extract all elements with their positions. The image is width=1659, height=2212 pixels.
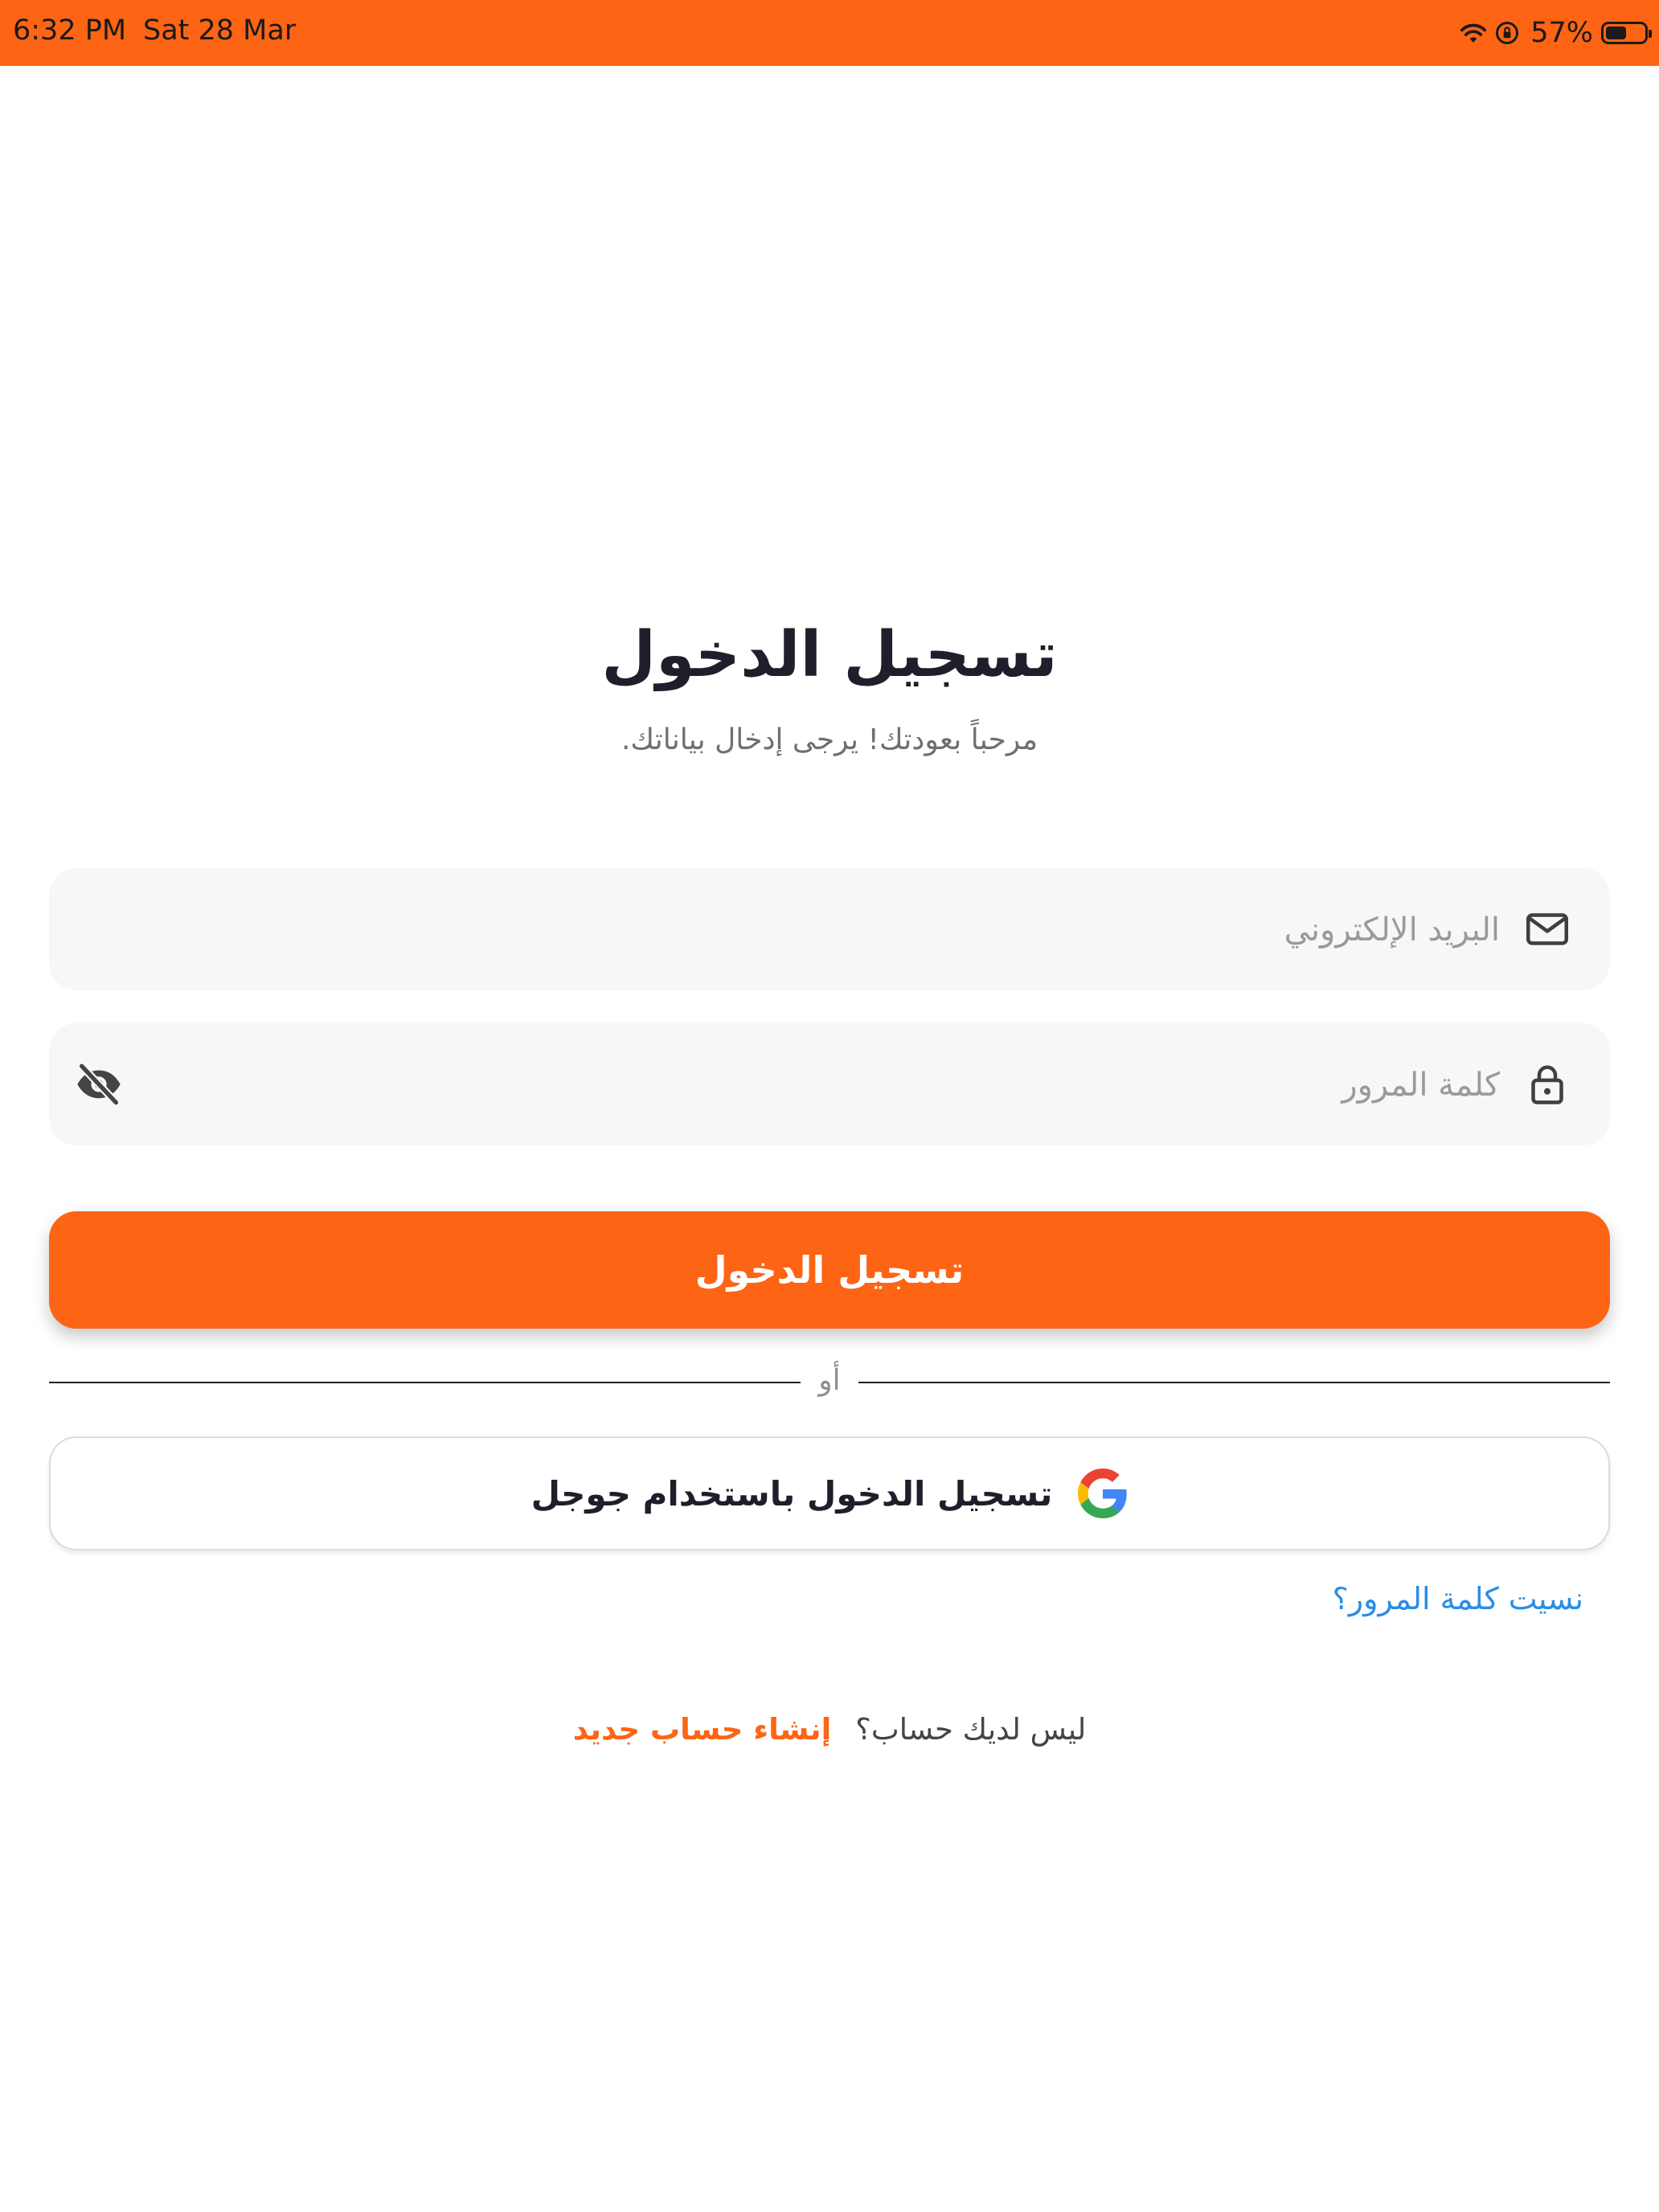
google-login-label: تسجيل الدخول باستخدام جوجل bbox=[530, 1473, 1053, 1514]
email-input[interactable] bbox=[212, 900, 1501, 960]
status-indicators: 57% bbox=[1460, 11, 1652, 55]
password-field-container bbox=[49, 1023, 1610, 1145]
wifi-icon bbox=[1460, 23, 1487, 43]
battery-cap bbox=[1649, 30, 1652, 38]
google-login-button[interactable]: تسجيل الدخول باستخدام جوجل bbox=[49, 1436, 1610, 1550]
or-divider: أو bbox=[49, 1362, 1610, 1403]
battery-icon bbox=[1601, 22, 1652, 44]
no-account-text: ليس لديك حساب؟ bbox=[855, 1712, 1087, 1747]
eye-off-icon[interactable] bbox=[73, 1059, 125, 1110]
status-bar: 6:32 PM Sat 28 Mar 57% bbox=[0, 0, 1659, 66]
battery-percent: 57% bbox=[1530, 17, 1593, 49]
login-button[interactable]: تسجيل الدخول bbox=[49, 1211, 1610, 1329]
page-subtitle: مرحباً بعودتك! يرجى إدخال بياناتك. bbox=[621, 723, 1038, 756]
divider-line-right bbox=[858, 1382, 1610, 1383]
mail-icon bbox=[1526, 913, 1568, 945]
divider-text: أو bbox=[818, 1364, 841, 1397]
google-icon bbox=[1078, 1469, 1128, 1518]
create-account-link[interactable]: إنشاء حساب جديد bbox=[573, 1712, 832, 1747]
forgot-password-link[interactable]: نسيت كلمة المرور؟ bbox=[1333, 1581, 1583, 1616]
signup-row: ليس لديك حساب؟ إنشاء حساب جديد bbox=[0, 1712, 1659, 1747]
orientation-lock-icon bbox=[1496, 22, 1519, 44]
email-field-container bbox=[49, 868, 1610, 990]
battery-level bbox=[1606, 27, 1627, 39]
page-title: تسجيل الدخول bbox=[601, 619, 1058, 691]
status-date: Sat 28 Mar bbox=[143, 14, 297, 47]
password-input[interactable] bbox=[212, 1055, 1501, 1115]
status-time: 6:32 PM bbox=[13, 14, 127, 47]
lock-icon bbox=[1531, 1065, 1563, 1104]
